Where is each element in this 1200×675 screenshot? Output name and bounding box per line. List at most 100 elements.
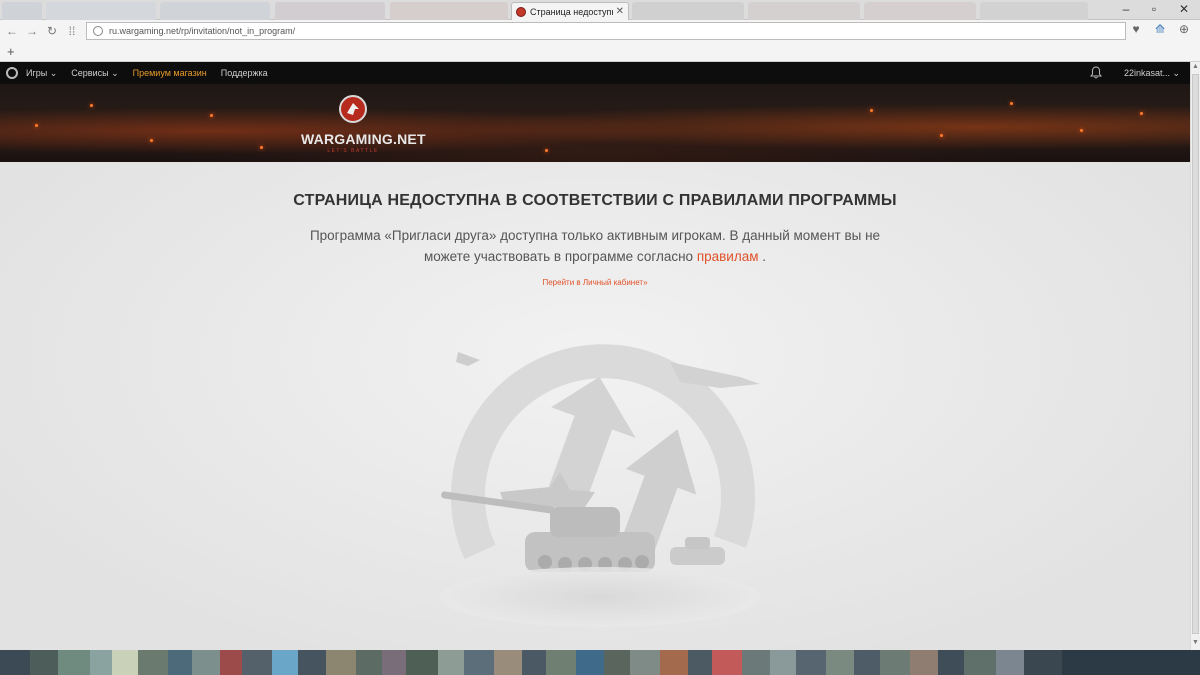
- browser-toolbar: ← → ↻ ⁞⁞ ru.wargaming.net/rp/invitation/…: [0, 20, 1200, 42]
- wargaming-emblem-icon: [339, 95, 367, 123]
- taskbar-item[interactable]: [964, 650, 996, 675]
- browser-tab-active[interactable]: Страница недоступна в ✕: [511, 2, 629, 20]
- page-scrollbar[interactable]: ▲ ▼: [1190, 62, 1200, 650]
- bookmark-heart-icon[interactable]: ♥: [1126, 22, 1146, 36]
- reload-icon[interactable]: ↻: [42, 24, 62, 38]
- spark-decoration: [35, 124, 38, 127]
- taskbar-item[interactable]: [688, 650, 712, 675]
- taskbar-item[interactable]: [576, 650, 604, 675]
- user-account-menu[interactable]: 22inkasat... ⌄: [1124, 68, 1180, 79]
- wargaming-favicon-icon: [516, 6, 526, 17]
- scroll-up-arrow-icon[interactable]: ▲: [1192, 63, 1199, 70]
- browser-tab[interactable]: [390, 2, 508, 20]
- site-info-globe-icon[interactable]: [93, 26, 103, 36]
- taskbar-item[interactable]: [826, 650, 854, 675]
- nav-support[interactable]: Поддержка: [221, 68, 268, 78]
- spark-decoration: [870, 109, 873, 112]
- scroll-down-arrow-icon[interactable]: ▼: [1192, 639, 1199, 646]
- taskbar-item[interactable]: [168, 650, 192, 675]
- taskbar-item[interactable]: [660, 650, 688, 675]
- taskbar-item[interactable]: [494, 650, 522, 675]
- taskbar-item[interactable]: [298, 650, 326, 675]
- taskbar-item[interactable]: [90, 650, 112, 675]
- taskbar-item[interactable]: [406, 650, 438, 675]
- page-description: Программа «Пригласи друга» доступна толь…: [300, 225, 890, 267]
- spark-decoration: [1010, 102, 1013, 105]
- taskbar-item[interactable]: [0, 650, 30, 675]
- extension-icon[interactable]: ⟰: [1150, 22, 1170, 36]
- bookmarks-bar: +: [0, 42, 1200, 62]
- address-url[interactable]: ru.wargaming.net/rp/invitation/not_in_pr…: [109, 26, 295, 36]
- download-icon[interactable]: ⊕: [1174, 22, 1194, 36]
- maximize-window-icon[interactable]: ▫: [1140, 0, 1168, 18]
- taskbar-item[interactable]: [546, 650, 576, 675]
- taskbar-item[interactable]: [112, 650, 138, 675]
- taskbar-item[interactable]: [712, 650, 742, 675]
- taskbar-item[interactable]: [242, 650, 272, 675]
- taskbar-item[interactable]: [192, 650, 220, 675]
- taskbar-item[interactable]: [272, 650, 298, 675]
- taskbar-item[interactable]: [1024, 650, 1062, 675]
- rules-link[interactable]: правилам: [697, 249, 759, 264]
- browser-tab[interactable]: [2, 2, 42, 20]
- logo-tagline: LET'S BATTLE: [327, 148, 379, 154]
- spark-decoration: [1080, 129, 1083, 132]
- taskbar-item[interactable]: [58, 650, 90, 675]
- nav-services[interactable]: Сервисы ⌄: [71, 68, 118, 79]
- notification-bell-icon[interactable]: [1090, 66, 1102, 79]
- spark-decoration: [90, 104, 93, 107]
- personal-cabinet-link[interactable]: Перейти в Личный кабинет»: [0, 278, 1190, 287]
- browser-tab[interactable]: [275, 2, 385, 20]
- taskbar-item[interactable]: [138, 650, 168, 675]
- taskbar-item[interactable]: [742, 650, 770, 675]
- spark-decoration: [150, 139, 153, 142]
- spark-decoration: [940, 134, 943, 137]
- taskbar-item[interactable]: [464, 650, 494, 675]
- taskbar-item[interactable]: [438, 650, 464, 675]
- browser-tab[interactable]: [46, 2, 156, 20]
- browser-tab[interactable]: [632, 2, 744, 20]
- description-text: Программа «Пригласи друга» доступна толь…: [309, 228, 881, 264]
- taskbar-item[interactable]: [880, 650, 910, 675]
- browser-tab-strip: Страница недоступна в ✕ – ▫ ✕: [0, 0, 1200, 20]
- taskbar-item[interactable]: [382, 650, 406, 675]
- taskbar-item[interactable]: [30, 650, 58, 675]
- site-nav-bar: Игры ⌄ Сервисы ⌄ Премиум магазин Поддерж…: [0, 62, 1190, 84]
- nav-premium-shop[interactable]: Премиум магазин: [133, 68, 207, 78]
- os-taskbar: [0, 650, 1200, 675]
- taskbar-item[interactable]: [522, 650, 546, 675]
- taskbar-item[interactable]: [604, 650, 630, 675]
- taskbar-item[interactable]: [220, 650, 242, 675]
- close-tab-icon[interactable]: ✕: [616, 6, 624, 17]
- add-bookmark-plus-icon[interactable]: +: [7, 44, 15, 59]
- browser-tab[interactable]: [980, 2, 1088, 20]
- main-content: СТРАНИЦА НЕДОСТУПНА В СООТВЕТСТВИИ С ПРА…: [0, 162, 1190, 650]
- browser-tab[interactable]: [160, 2, 270, 20]
- wargaming-logo[interactable]: WARGAMING.NET LET'S BATTLE: [301, 94, 426, 154]
- hero-banner: WARGAMING.NET LET'S BATTLE: [0, 84, 1190, 162]
- browser-tab[interactable]: [748, 2, 860, 20]
- browser-tab[interactable]: [864, 2, 976, 20]
- spark-decoration: [545, 149, 548, 152]
- address-bar[interactable]: ru.wargaming.net/rp/invitation/not_in_pr…: [86, 22, 1126, 40]
- scrollbar-thumb[interactable]: [1192, 74, 1199, 634]
- nav-games[interactable]: Игры ⌄: [26, 68, 57, 79]
- taskbar-item[interactable]: [910, 650, 938, 675]
- speed-dial-grid-icon[interactable]: ⁞⁞: [62, 24, 82, 38]
- back-arrow-icon[interactable]: ←: [2, 24, 22, 38]
- minimize-window-icon[interactable]: –: [1112, 0, 1140, 18]
- taskbar-item[interactable]: [938, 650, 964, 675]
- close-window-icon[interactable]: ✕: [1170, 0, 1198, 18]
- wargaming-logo-icon[interactable]: [6, 67, 18, 79]
- taskbar-item[interactable]: [796, 650, 826, 675]
- taskbar-item[interactable]: [770, 650, 796, 675]
- taskbar-item[interactable]: [630, 650, 660, 675]
- taskbar-item[interactable]: [356, 650, 382, 675]
- taskbar-item[interactable]: [996, 650, 1024, 675]
- tank-emblem-illustration: [440, 344, 760, 627]
- spark-decoration: [210, 114, 213, 117]
- taskbar-item[interactable]: [326, 650, 356, 675]
- forward-arrow-icon[interactable]: →: [22, 24, 42, 38]
- description-tail: .: [758, 249, 767, 264]
- taskbar-item[interactable]: [854, 650, 880, 675]
